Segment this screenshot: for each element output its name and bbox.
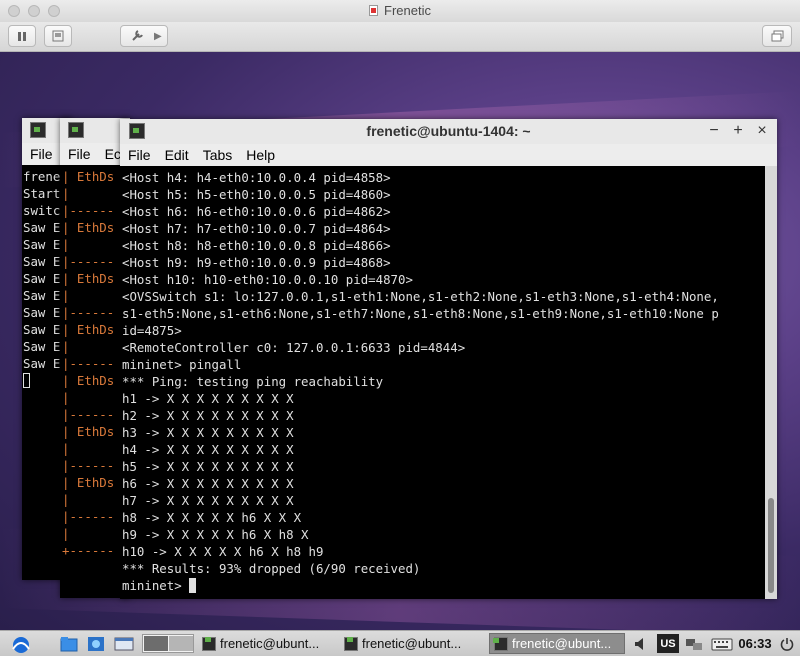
maximize-icon[interactable]: + (729, 122, 747, 140)
vm-titlebar: Frenetic (0, 0, 800, 23)
menu-help[interactable]: Help (246, 147, 275, 163)
terminal-line: <RemoteController c0: 127.0.0.1:6633 pid… (122, 340, 466, 355)
close-icon[interactable]: × (753, 122, 771, 140)
speaker-icon (635, 637, 643, 650)
network-connection-icon (686, 638, 702, 650)
terminal-line: h1 -> X X X X X X X X X (122, 391, 294, 406)
file-manager-launcher[interactable] (58, 634, 80, 653)
taskbar-task-1[interactable]: frenetic@ubunt... (202, 633, 338, 654)
menu-file[interactable]: File (128, 147, 151, 163)
taskbar-task-3-active[interactable]: frenetic@ubunt... (489, 633, 625, 654)
terminal-icon (30, 122, 46, 138)
terminal-line: id=4875> (122, 323, 182, 338)
minimize-icon[interactable]: − (705, 122, 723, 140)
terminal-icon (344, 636, 358, 651)
workspace-switcher[interactable] (142, 634, 194, 653)
terminal-line: h9 -> X X X X X h6 X h8 X (122, 527, 309, 542)
terminal-line: h2 -> X X X X X X X X X (122, 408, 294, 423)
terminal-line: h8 -> X X X X X h6 X X X (122, 510, 302, 525)
desktop-icon (114, 637, 134, 650)
terminal-titlebar: frenetic@ubuntu-1404: ~ − + × (120, 119, 777, 145)
text-cursor (189, 578, 197, 593)
fullscreen-button[interactable] (762, 25, 792, 47)
vm-toolbar: ▶ (0, 22, 800, 52)
wrench-icon (132, 30, 143, 41)
show-desktop-button[interactable] (112, 634, 136, 653)
terminal-line: h4 -> X X X X X X X X X (122, 442, 294, 457)
vm-window-title: Frenetic (0, 3, 800, 18)
menu-edit[interactable]: Edit (165, 147, 189, 163)
scrollbar[interactable] (765, 166, 777, 599)
menu-tabs[interactable]: Tabs (203, 147, 233, 163)
menu-file[interactable]: File (30, 146, 53, 162)
terminal-line: s1-eth5:None,s1-eth6:None,s1-eth7:None,s… (122, 306, 719, 321)
terminal-line: mininet> pingall (122, 357, 242, 372)
workspace-2[interactable] (168, 636, 193, 651)
terminal-line: h10 -> X X X X X h6 X h8 h9 (122, 544, 324, 559)
terminal-icon (494, 636, 508, 651)
pause-icon (18, 31, 26, 41)
folder-icon (60, 636, 78, 651)
terminal-line: h6 -> X X X X X X X X X (122, 476, 294, 491)
terminal-icon (68, 122, 84, 138)
taskbar: frenetic@ubunt... frenetic@ubunt... fren… (0, 630, 800, 656)
terminal-line: <Host h4: h4-eth0:10.0.0.4 pid=4858> (122, 170, 391, 185)
snapshot-button[interactable] (44, 25, 72, 47)
network-status-indicator[interactable] (684, 634, 704, 653)
terminal-line: h5 -> X X X X X X X X X (122, 459, 294, 474)
terminal-output[interactable]: <Host h4: h4-eth0:10.0.0.4 pid=4858> <Hos… (120, 169, 765, 599)
power-icon (780, 637, 794, 651)
snapshot-icon (52, 30, 64, 42)
keyboard-icon (711, 638, 733, 650)
taskbar-task-2[interactable]: frenetic@ubunt... (344, 633, 484, 654)
terminal-line: <Host h7: h7-eth0:10.0.0.7 pid=4864> (122, 221, 391, 236)
shell-prompt: mininet> (122, 578, 190, 593)
lubuntu-logo-icon (12, 636, 30, 653)
terminal-line: <Host h6: h6-eth0:10.0.0.6 pid=4862> (122, 204, 391, 219)
terminal-line: h3 -> X X X X X X X X X (122, 425, 294, 440)
window-title: frenetic@ubuntu-1404: ~ (366, 123, 531, 139)
scroll-thumb[interactable] (768, 498, 774, 593)
terminal-line: <Host h5: h5-eth0:10.0.0.5 pid=4860> (122, 187, 391, 202)
windows-icon (771, 30, 783, 42)
terminal-window-main[interactable]: frenetic@ubuntu-1404: ~ − + × File Edit … (120, 119, 777, 599)
clock[interactable]: 06:33 (736, 634, 774, 653)
terminal-line: <Host h8: h8-eth0:10.0.0.8 pid=4866> (122, 238, 391, 253)
power-button[interactable] (778, 634, 796, 653)
prompt-line[interactable]: mininet> (122, 577, 765, 594)
chevron-right-icon: ▶ (154, 30, 162, 42)
terminal-line: h7 -> X X X X X X X X X (122, 493, 294, 508)
terminal-icon (202, 636, 216, 651)
pause-button[interactable] (8, 25, 36, 47)
menu-file[interactable]: File (68, 146, 91, 162)
keyboard-layout-indicator[interactable]: US (657, 634, 679, 653)
start-menu-button[interactable] (6, 634, 36, 653)
terminal-line: *** Ping: testing ping reachability (122, 374, 384, 389)
menu-bar: File Edit Tabs Help (120, 144, 777, 166)
workspace-1[interactable] (143, 636, 168, 651)
network-icon (88, 636, 104, 651)
menu-edit[interactable]: Ec (105, 146, 121, 162)
keyboard-indicator[interactable] (710, 634, 734, 653)
terminal-line: *** Results: 93% dropped (6/90 received) (122, 561, 421, 576)
text-cursor (23, 373, 30, 388)
volume-indicator[interactable] (632, 634, 650, 653)
network-launcher[interactable] (85, 634, 107, 653)
terminal-line: <Host h10: h10-eth0:10.0.0.10 pid=4870> (122, 272, 413, 287)
document-icon (369, 5, 379, 16)
terminal-line: <Host h9: h9-eth0:10.0.0.9 pid=4868> (122, 255, 391, 270)
settings-button[interactable]: ▶ (120, 25, 168, 47)
terminal-line: <OVSSwitch s1: lo:127.0.0.1,s1-eth1:None… (122, 289, 719, 304)
